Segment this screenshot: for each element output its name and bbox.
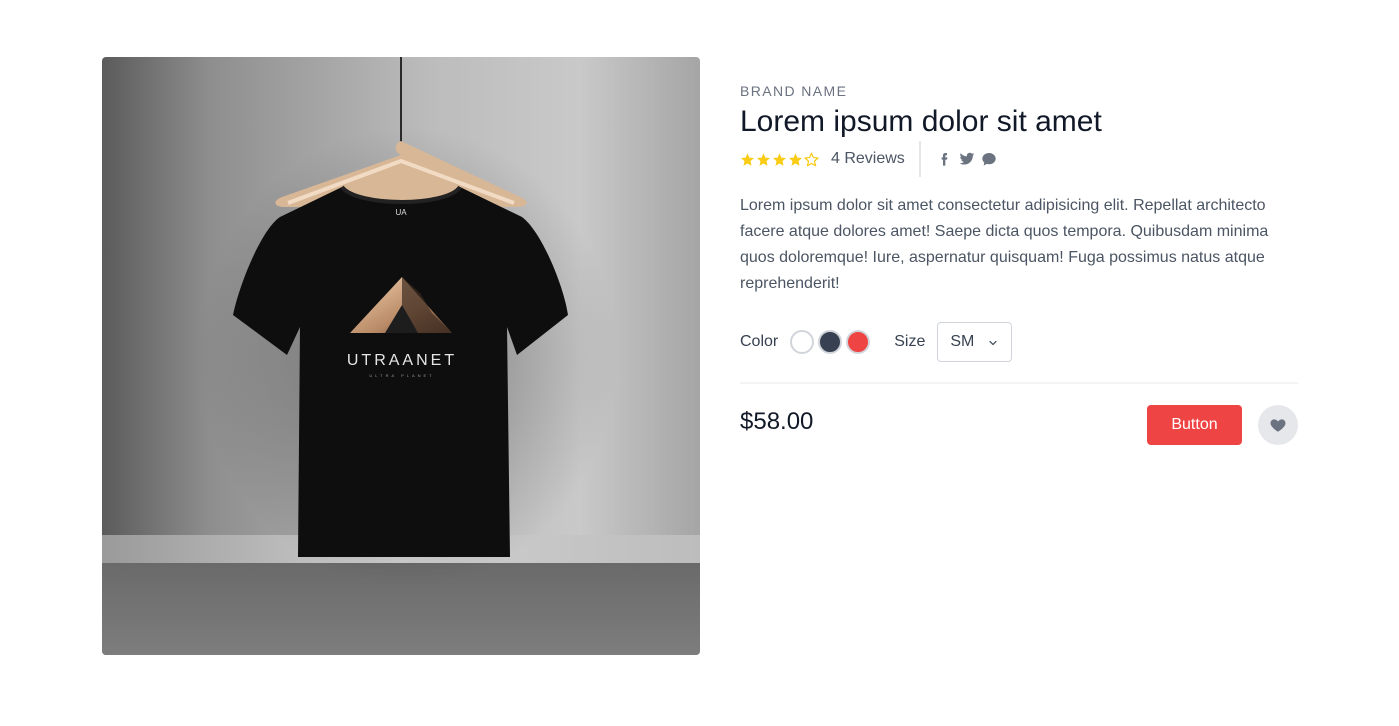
heart-icon	[1270, 419, 1286, 432]
product-description: Lorem ipsum dolor sit amet consectetur a…	[740, 197, 1269, 292]
reviews-count[interactable]: 4 Reviews	[831, 150, 905, 168]
star-filled-icon	[756, 152, 771, 166]
color-swatch[interactable]	[790, 330, 815, 354]
meta-divider	[918, 141, 921, 177]
star-filled-icon	[788, 152, 803, 166]
options-row: Color Size SM	[740, 321, 1298, 363]
size-select[interactable]: SM	[937, 322, 1013, 362]
shirt-tag-text: UA	[395, 208, 407, 217]
chat-icon[interactable]	[981, 151, 997, 167]
tshirt-photo: UA UTRAANET ULTRA PLANET	[102, 57, 700, 655]
rating-stars	[740, 152, 819, 167]
product-image: UA UTRAANET ULTRA PLANET	[102, 57, 700, 655]
product-price: $58.00	[740, 408, 814, 435]
color-swatch[interactable]	[846, 330, 871, 354]
product-section: UA UTRAANET ULTRA PLANET BRAND NAME Lore…	[0, 0, 1399, 726]
buy-button[interactable]: Button	[1147, 405, 1242, 445]
color-swatch[interactable]	[818, 330, 843, 354]
star-filled-icon	[740, 152, 755, 166]
facebook-icon[interactable]	[937, 151, 953, 167]
product-details: BRAND NAME Lorem ipsum dolor sit amet	[740, 82, 1298, 142]
shirt-print-text: UTRAANET	[347, 352, 457, 369]
options-divider	[740, 382, 1298, 384]
star-filled-icon	[772, 152, 787, 166]
color-label: Color	[740, 333, 779, 350]
star-empty-icon	[804, 152, 819, 166]
brand-name: BRAND NAME	[740, 83, 848, 99]
color-swatches	[790, 330, 874, 354]
chevron-down-icon	[989, 340, 997, 346]
size-label: Size	[894, 333, 926, 350]
wishlist-button[interactable]	[1258, 405, 1298, 445]
twitter-icon[interactable]	[959, 151, 975, 167]
rating-row: 4 Reviews	[740, 140, 997, 178]
social-links	[937, 151, 997, 167]
product-title: Lorem ipsum dolor sit amet	[740, 105, 1102, 138]
size-value: SM	[950, 333, 975, 350]
shirt-print-subtext: ULTRA PLANET	[369, 373, 434, 378]
